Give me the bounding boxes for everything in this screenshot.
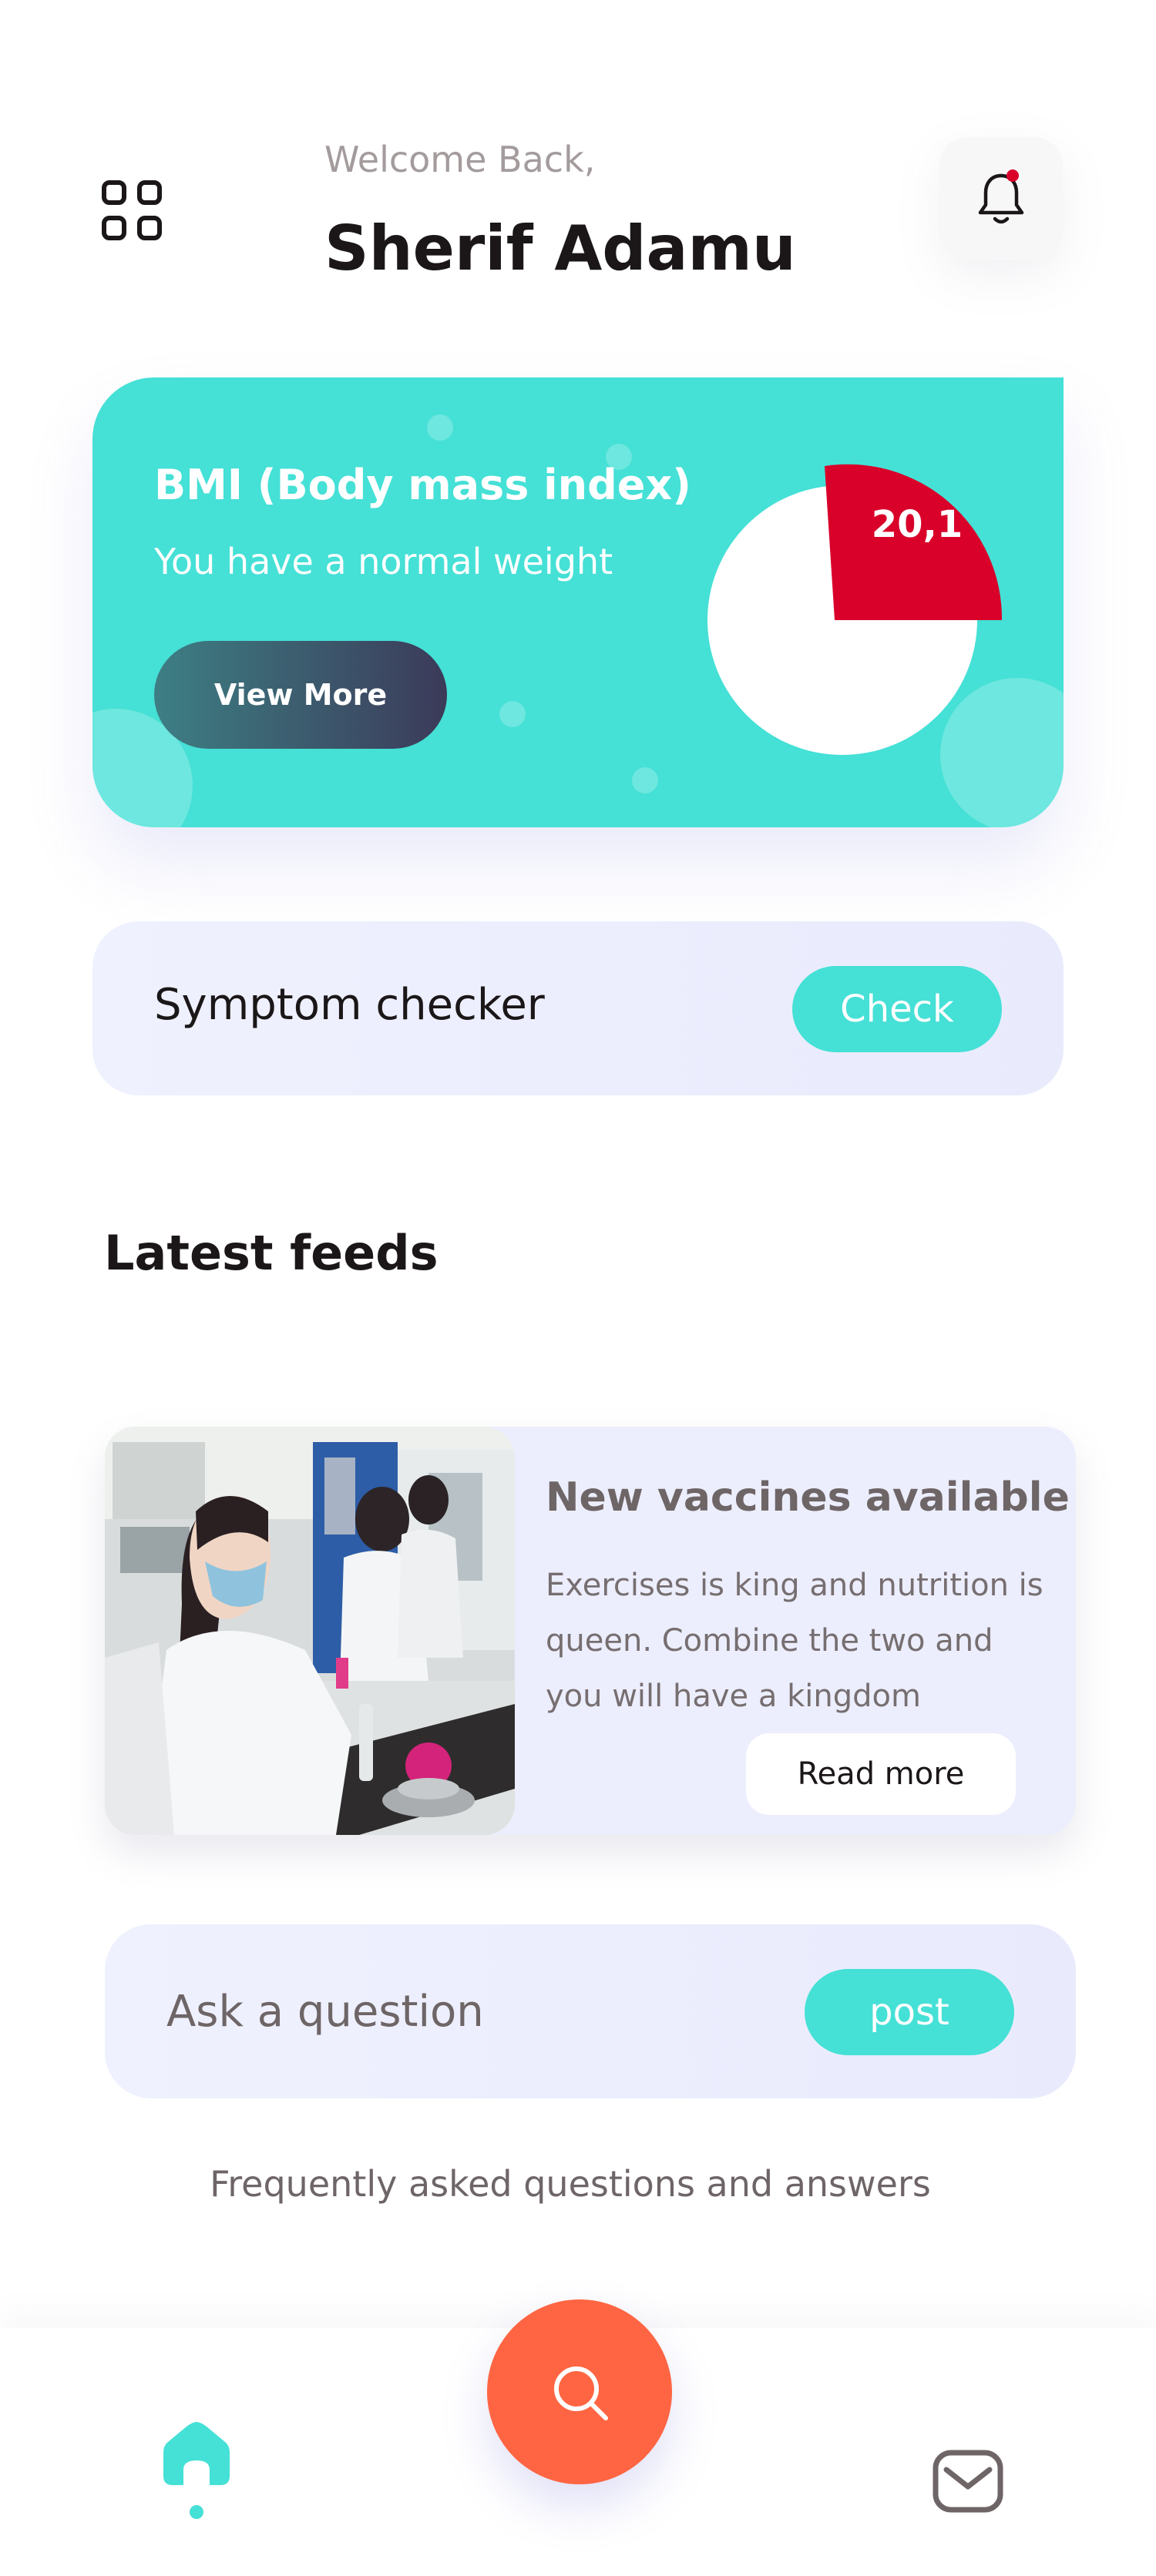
feeds-section-title: Latest feeds <box>104 1225 439 1281</box>
feed-body: Exercises is king and nutrition is queen… <box>546 1568 1043 1714</box>
grid-menu-icon[interactable] <box>102 180 163 242</box>
bmi-title: BMI (Body mass index) <box>154 461 691 509</box>
check-button[interactable]: Check <box>792 966 1002 1052</box>
nav-mail[interactable] <box>933 2450 1003 2513</box>
active-indicator <box>190 2505 203 2519</box>
notification-dot <box>1006 169 1019 182</box>
search-icon <box>554 2366 608 2420</box>
notification-button[interactable] <box>939 137 1063 260</box>
faq-link[interactable]: Frequently asked questions and answers <box>0 2163 1141 2205</box>
nav-home[interactable] <box>163 2419 230 2534</box>
bmi-value: 20,1 <box>871 503 963 546</box>
read-more-button[interactable]: Read more <box>746 1733 1016 1815</box>
bmi-status: You have a normal weight <box>154 541 613 582</box>
bmi-gauge <box>707 464 1003 755</box>
feed-image <box>105 1427 515 1835</box>
home-icon <box>163 2422 230 2485</box>
bell-icon <box>978 169 1024 224</box>
view-more-button[interactable]: View More <box>154 641 447 749</box>
search-button[interactable] <box>487 2299 672 2484</box>
lab-photo <box>105 1427 515 1835</box>
ask-question-input[interactable] <box>166 1977 752 2046</box>
ask-question-card: post <box>105 1924 1076 2098</box>
bmi-card: BMI (Body mass index) You have a normal … <box>92 377 1064 827</box>
symptom-checker-card: Symptom checker Check <box>92 921 1064 1095</box>
welcome-text: Welcome Back, <box>324 139 596 180</box>
symptom-checker-label: Symptom checker <box>154 980 545 1030</box>
mail-icon <box>933 2450 1003 2513</box>
feed-title: New vaccines available <box>546 1474 1070 1521</box>
user-name: Sherif Adamu <box>324 213 796 284</box>
feed-card[interactable]: New vaccines available Exercises is king… <box>105 1427 1076 1835</box>
post-button[interactable]: post <box>805 1969 1014 2055</box>
